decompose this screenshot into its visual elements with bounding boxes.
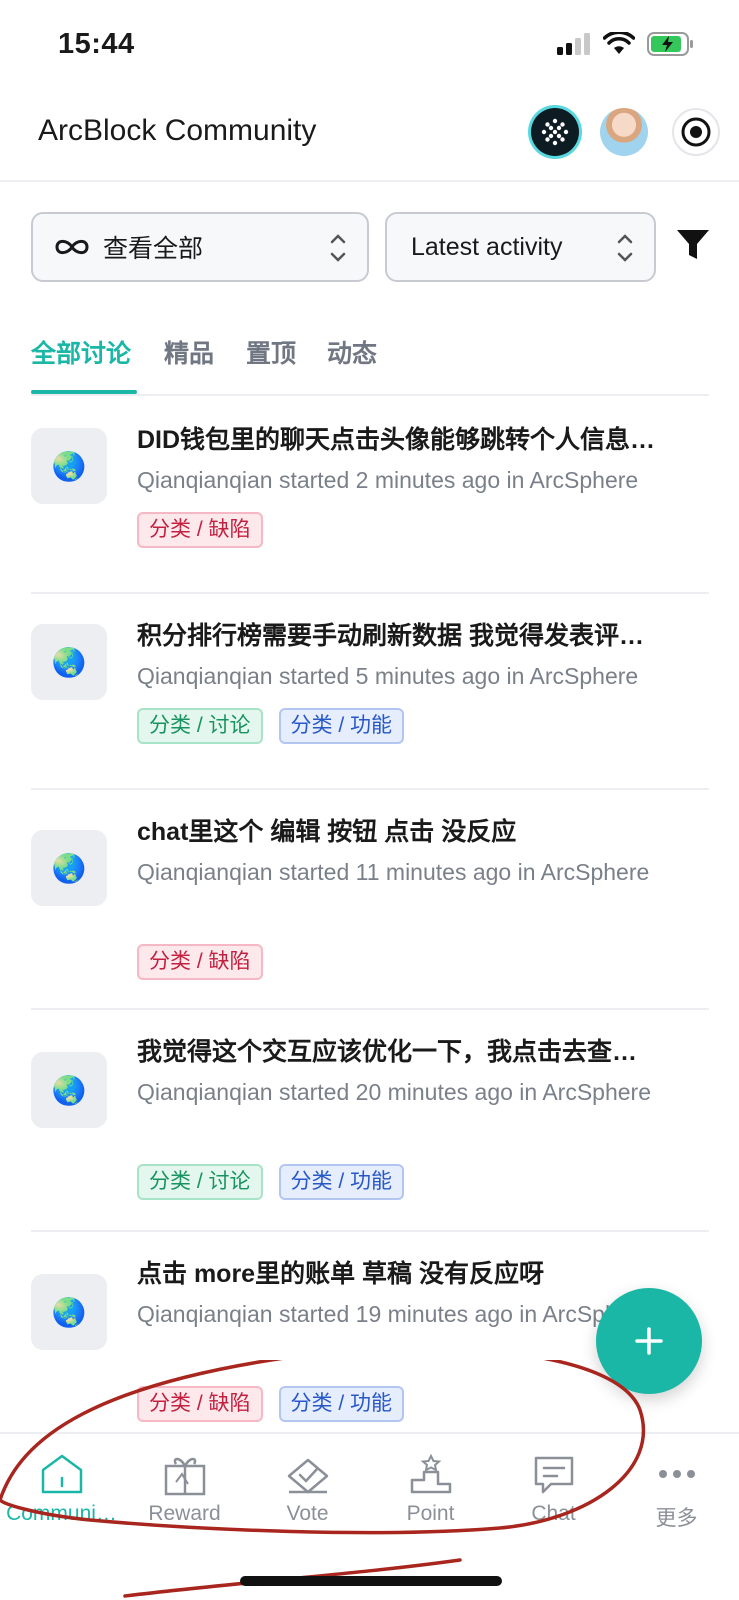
app-header: ArcBlock Community xyxy=(0,92,739,182)
tag-feature[interactable]: 分类 / 功能 xyxy=(278,708,405,744)
chevron-updown-icon xyxy=(330,234,346,262)
post-tags: 分类 / 缺陷 xyxy=(137,512,263,548)
post-title[interactable]: DID钱包里的聊天点击头像能够跳转个人信息… xyxy=(137,424,709,456)
list-item[interactable]: 🌏 积分排行榜需要手动刷新数据 我觉得发表评… Qianqianqian sta… xyxy=(31,594,709,790)
list-item[interactable]: 🌏 DID钱包里的聊天点击头像能够跳转个人信息… Qianqianqian st… xyxy=(31,398,709,594)
post-avatar: 🌏 xyxy=(31,624,107,700)
apps-grid-icon xyxy=(541,118,569,146)
home-indicator xyxy=(240,1576,502,1586)
post-avatar: 🌏 xyxy=(31,428,107,504)
more-icon xyxy=(658,1470,695,1478)
post-meta: Qianqianqian started 11 minutes ago in A… xyxy=(137,859,650,885)
plus-icon xyxy=(635,1327,663,1355)
status-bar: 15:44 xyxy=(0,0,739,92)
scope-select-label: 查看全部 xyxy=(103,235,204,263)
post-title[interactable]: 我觉得这个交互应该优化一下，我点击去查… xyxy=(137,1036,709,1068)
active-tab-indicator xyxy=(31,390,137,394)
home-icon xyxy=(41,1454,82,1494)
record-button[interactable] xyxy=(672,108,720,156)
battery-icon xyxy=(647,32,693,56)
tag-discussion[interactable]: 分类 / 讨论 xyxy=(137,1164,263,1200)
record-icon xyxy=(681,117,711,147)
nav-label: Point xyxy=(406,1502,455,1525)
tab-all-discussions[interactable]: 全部讨论 xyxy=(31,330,131,396)
post-avatar: 🌏 xyxy=(31,1274,107,1350)
nav-more[interactable]: 更多 xyxy=(615,1452,738,1532)
gift-icon xyxy=(164,1457,205,1496)
status-time: 15:44 xyxy=(58,28,135,60)
post-title[interactable]: 积分排行榜需要手动刷新数据 我觉得发表评… xyxy=(137,620,709,652)
post-title[interactable]: 点击 more里的账单 草稿 没有反应呀 xyxy=(137,1258,709,1290)
tag-bug[interactable]: 分类 / 缺陷 xyxy=(137,512,263,548)
tag-feature[interactable]: 分类 / 功能 xyxy=(278,1164,405,1200)
wifi-icon xyxy=(603,32,635,54)
app-title: ArcBlock Community xyxy=(38,114,317,147)
tag-discussion[interactable]: 分类 / 讨论 xyxy=(137,708,263,744)
nav-point[interactable]: Point xyxy=(369,1452,492,1526)
category-tabs: 全部讨论 精品 置顶 动态 xyxy=(31,330,709,396)
post-meta: Qianqianqian started 19 minutes ago in A… xyxy=(137,1301,651,1327)
vote-icon xyxy=(287,1458,328,1494)
nav-community[interactable]: Communi… xyxy=(0,1452,123,1526)
list-item[interactable]: 🌏 chat里这个 编辑 按钮 点击 没反应 Qianqianqian star… xyxy=(31,790,709,1010)
sort-select[interactable]: Latest activity xyxy=(385,212,656,282)
nav-label: Chat xyxy=(531,1502,576,1525)
tab-pinned[interactable]: 置顶 xyxy=(246,330,296,396)
status-icons xyxy=(557,32,695,56)
post-tags: 分类 / 讨论 分类 / 功能 xyxy=(137,1164,405,1200)
post-meta: Qianqianqian started 20 minutes ago in A… xyxy=(137,1079,651,1105)
tag-bug[interactable]: 分类 / 缺陷 xyxy=(137,944,263,980)
infinity-icon xyxy=(55,239,89,255)
scope-select[interactable]: 查看全部 xyxy=(31,212,369,282)
tag-bug[interactable]: 分类 / 缺陷 xyxy=(137,1386,263,1422)
nav-chat[interactable]: Chat xyxy=(492,1452,615,1526)
podium-icon xyxy=(410,1453,451,1494)
tab-activity[interactable]: 动态 xyxy=(327,330,377,396)
nav-reward[interactable]: Reward xyxy=(123,1452,246,1526)
list-item[interactable]: 🌏 我觉得这个交互应该优化一下，我点击去查… Qianqianqian star… xyxy=(31,1010,709,1232)
post-tags: 分类 / 讨论 分类 / 功能 xyxy=(137,708,405,744)
post-meta: Qianqianqian started 5 minutes ago in Ar… xyxy=(137,663,639,689)
bottom-nav: Communi… Reward Vote Point Chat 更多 xyxy=(0,1432,739,1600)
post-meta: Qianqianqian started 2 minutes ago in Ar… xyxy=(137,467,639,493)
chat-icon xyxy=(534,1456,573,1494)
new-post-button[interactable] xyxy=(596,1288,702,1394)
post-title[interactable]: chat里这个 编辑 按钮 点击 没反应 xyxy=(137,816,709,848)
filter-icon[interactable] xyxy=(676,228,710,262)
post-avatar: 🌏 xyxy=(31,830,107,906)
tag-feature[interactable]: 分类 / 功能 xyxy=(278,1386,405,1422)
tab-featured[interactable]: 精品 xyxy=(164,330,214,396)
nav-vote[interactable]: Vote xyxy=(246,1452,369,1526)
post-avatar: 🌏 xyxy=(31,1052,107,1128)
apps-button[interactable] xyxy=(531,108,579,156)
nav-label: Communi… xyxy=(6,1502,117,1525)
user-avatar[interactable] xyxy=(600,108,648,156)
signal-icon xyxy=(557,33,590,55)
post-tags: 分类 / 缺陷 xyxy=(137,944,263,980)
post-tags: 分类 / 缺陷 分类 / 功能 xyxy=(137,1386,405,1422)
nav-label: 更多 xyxy=(655,1507,698,1530)
nav-label: Reward xyxy=(148,1502,221,1525)
chevron-updown-icon xyxy=(617,234,633,262)
sort-select-label: Latest activity xyxy=(411,232,563,261)
nav-label: Vote xyxy=(286,1502,329,1525)
